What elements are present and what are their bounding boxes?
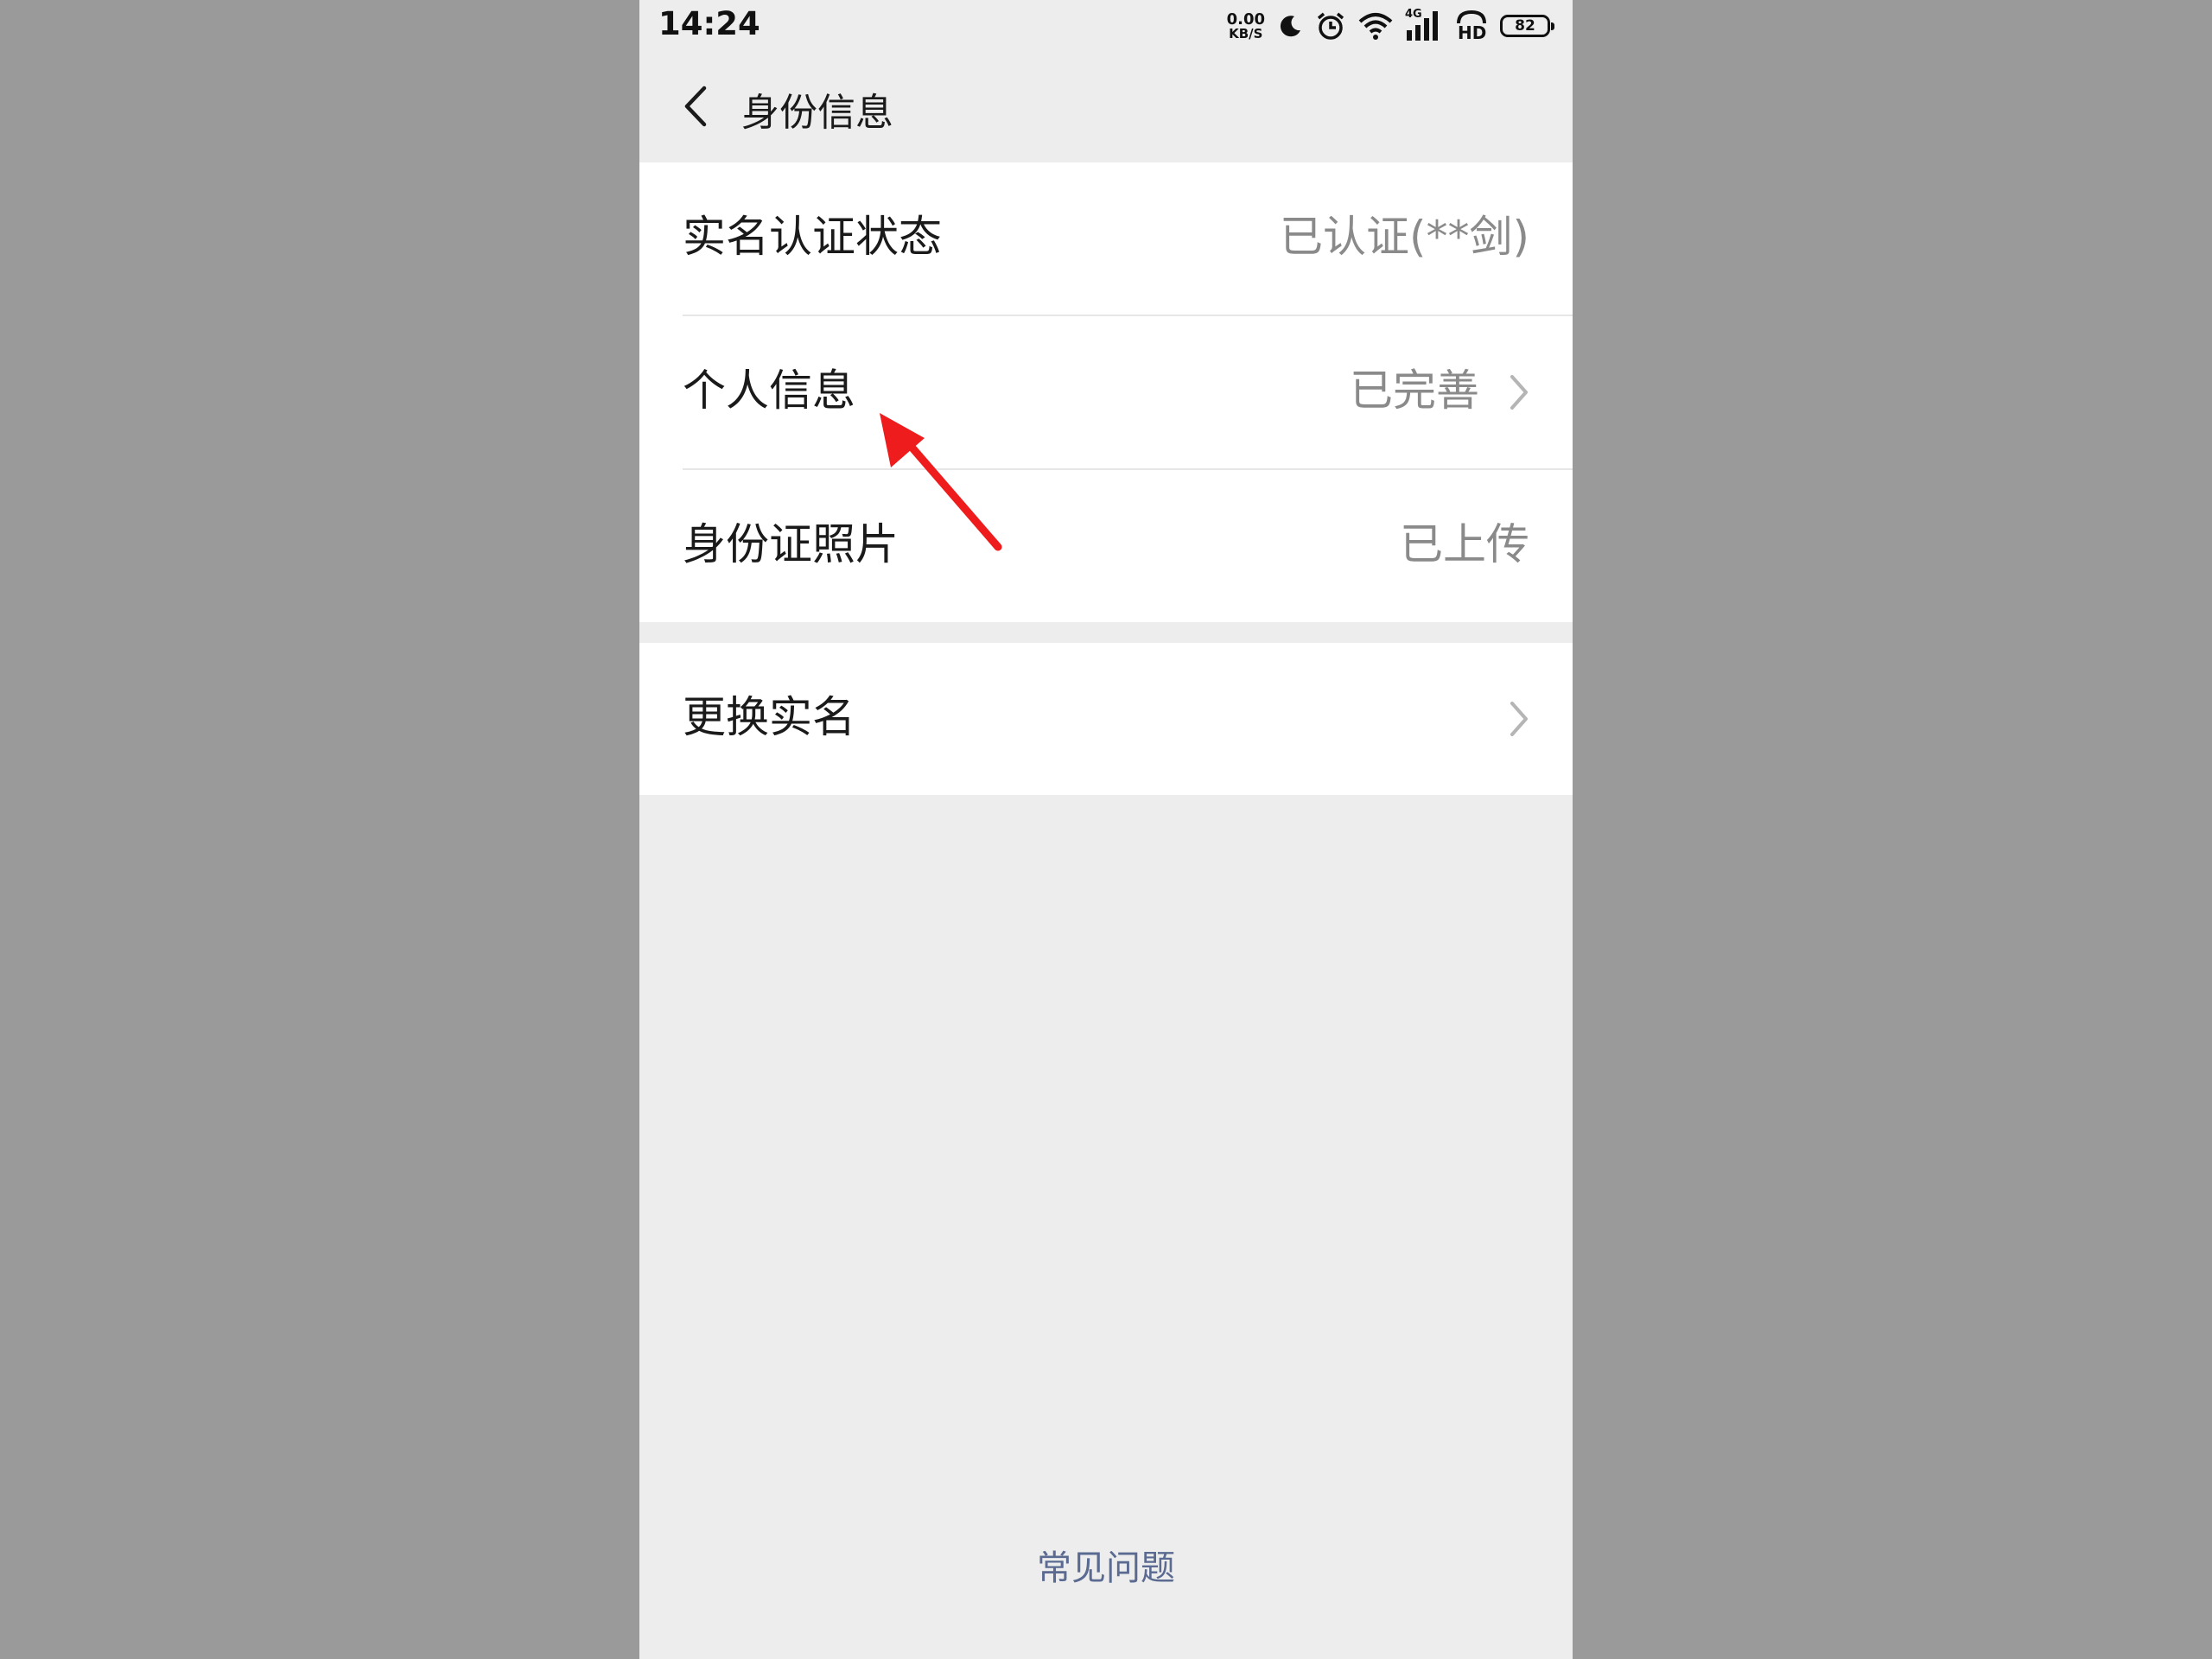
phone-screen: 14:24 0.00 KB/S 4G HD 82 身份信息 实名认证状态 已认证… (639, 0, 1573, 1659)
row-label: 实名认证状态 (683, 212, 942, 262)
battery-icon: 82 (1500, 15, 1554, 37)
network-speed-value: 0.00 (1226, 10, 1265, 29)
chevron-right-icon (1510, 702, 1528, 736)
status-icons: 0.00 KB/S 4G HD 82 (1227, 7, 1555, 45)
row-label: 更换实名 (683, 692, 855, 742)
row-value: 已完善 (1350, 365, 1479, 416)
page-title: 身份信息 (741, 91, 893, 135)
network-speed: 0.00 KB/S (1226, 10, 1265, 41)
row-change-real-name[interactable]: 更换实名 (639, 643, 1573, 795)
status-bar: 14:24 0.00 KB/S 4G HD 82 (639, 0, 1573, 52)
change-real-name-list: 更换实名 (639, 643, 1573, 795)
wifi-icon (1358, 13, 1393, 40)
cellular-signal-icon: 4G (1405, 8, 1443, 42)
hd-label: HD (1458, 22, 1487, 43)
row-value: 已上传 (1400, 519, 1529, 569)
status-time: 14:24 (658, 5, 760, 42)
nav-header: 身份信息 (639, 52, 1573, 162)
network-speed-unit: KB/S (1229, 25, 1263, 41)
back-arrow-icon (684, 86, 707, 127)
battery-level: 82 (1515, 17, 1535, 35)
row-value: 已认证(**剑) (1279, 212, 1529, 262)
identity-info-list: 实名认证状态 已认证(**剑) 个人信息 已完善 身份证照片 已上传 (639, 162, 1573, 622)
row-verification-status: 实名认证状态 已认证(**剑) (639, 162, 1573, 315)
hd-voice-icon: HD (1455, 10, 1488, 43)
back-button[interactable] (672, 79, 717, 133)
moon-icon (1280, 16, 1300, 37)
row-label: 身份证照片 (683, 519, 899, 569)
row-label: 个人信息 (683, 365, 855, 416)
alarm-clock-icon (1317, 12, 1344, 40)
chevron-right-icon (1510, 375, 1528, 410)
row-id-card-photo: 身份证照片 已上传 (639, 470, 1573, 622)
row-personal-info[interactable]: 个人信息 已完善 (639, 316, 1573, 468)
faq-link[interactable]: 常见问题 (639, 1540, 1573, 1590)
